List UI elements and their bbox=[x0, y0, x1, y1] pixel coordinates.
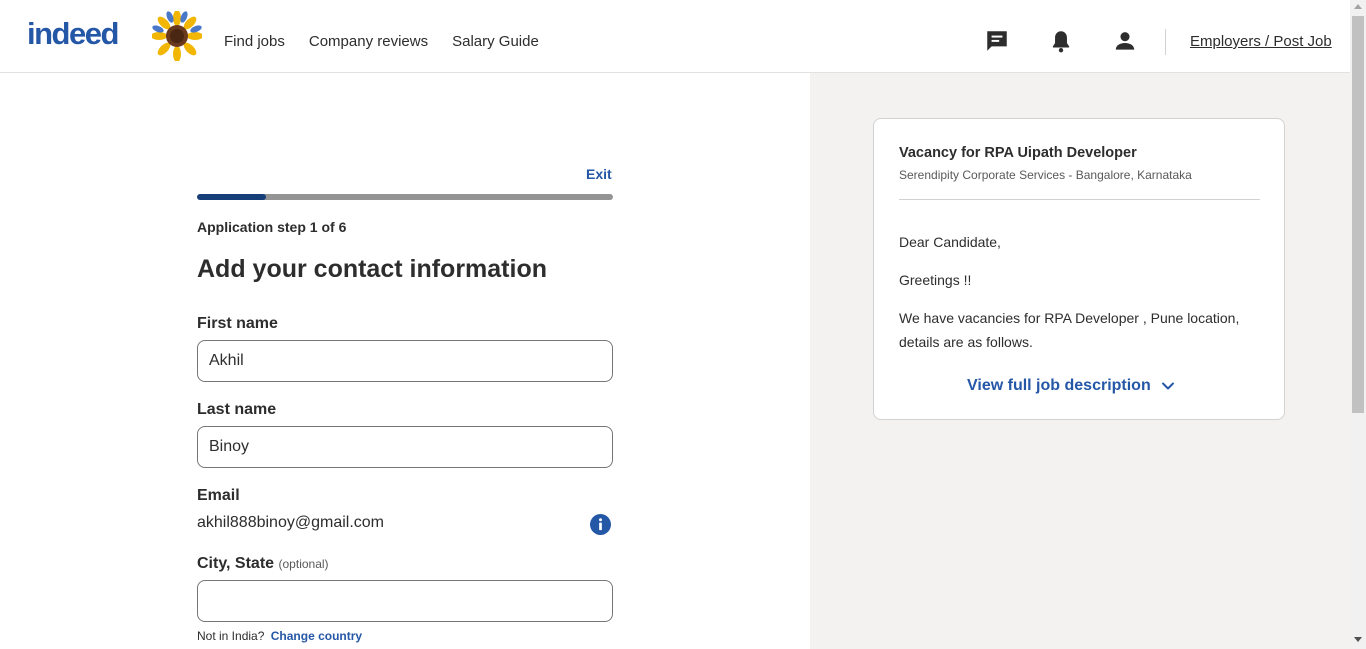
job-card: Vacancy for RPA Uipath Developer Serendi… bbox=[873, 118, 1285, 420]
nav-salary-guide[interactable]: Salary Guide bbox=[452, 33, 539, 50]
job-title: Vacancy for RPA Uipath Developer bbox=[899, 145, 1137, 161]
indeed-logo[interactable]: indeed bbox=[27, 16, 119, 52]
optional-tag: (optional) bbox=[278, 557, 329, 571]
scroll-down-arrow[interactable] bbox=[1354, 637, 1362, 642]
country-note: Not in India? Change country bbox=[197, 629, 362, 643]
application-progress-bar bbox=[197, 194, 613, 200]
page-title: Add your contact information bbox=[197, 255, 547, 283]
last-name-input[interactable] bbox=[197, 426, 613, 468]
main-nav: Find jobs Company reviews Salary Guide bbox=[224, 33, 539, 50]
header-divider bbox=[1165, 29, 1166, 55]
last-name-label: Last name bbox=[197, 401, 277, 418]
city-state-label: City, State (optional) bbox=[197, 555, 329, 573]
email-value: akhil888binoy@gmail.com bbox=[197, 514, 384, 531]
progress-fill bbox=[197, 194, 267, 200]
profile-icon[interactable] bbox=[1112, 28, 1138, 54]
not-in-country-text: Not in India? bbox=[197, 629, 265, 643]
sunflower-icon bbox=[152, 11, 202, 61]
first-name-label: First name bbox=[197, 315, 278, 332]
first-name-input[interactable] bbox=[197, 340, 613, 382]
message-icon[interactable] bbox=[984, 28, 1010, 54]
email-label: Email bbox=[197, 487, 240, 504]
chevron-down-icon bbox=[1161, 382, 1174, 390]
exit-link[interactable]: Exit bbox=[586, 166, 612, 182]
employers-post-job-link[interactable]: Employers / Post Job bbox=[1190, 33, 1332, 50]
nav-company-reviews[interactable]: Company reviews bbox=[309, 33, 428, 50]
city-state-label-text: City, State bbox=[197, 555, 275, 572]
logo-text: indeed bbox=[27, 16, 119, 51]
job-greeting: Dear Candidate, bbox=[899, 234, 1001, 250]
city-state-input[interactable] bbox=[197, 580, 613, 622]
view-full-job-description-button[interactable]: View full job description bbox=[967, 377, 1175, 395]
step-label: Application step 1 of 6 bbox=[197, 219, 347, 235]
nav-find-jobs[interactable]: Find jobs bbox=[224, 33, 285, 50]
top-header: indeed Find jobs Company reviews Salary … bbox=[0, 0, 1350, 73]
job-company-location: Serendipity Corporate Services - Bangalo… bbox=[899, 168, 1192, 182]
bell-icon[interactable] bbox=[1048, 28, 1074, 54]
job-card-divider bbox=[899, 199, 1260, 200]
job-greetings-line: Greetings !! bbox=[899, 272, 972, 288]
job-description-snippet: We have vacancies for RPA Developer , Pu… bbox=[899, 310, 1240, 350]
scroll-up-arrow[interactable] bbox=[1354, 4, 1362, 9]
change-country-link[interactable]: Change country bbox=[271, 629, 362, 643]
view-full-label: View full job description bbox=[967, 377, 1151, 394]
scroll-thumb[interactable] bbox=[1352, 16, 1364, 413]
page-scrollbar[interactable] bbox=[1350, 0, 1366, 649]
info-icon[interactable] bbox=[590, 514, 611, 535]
